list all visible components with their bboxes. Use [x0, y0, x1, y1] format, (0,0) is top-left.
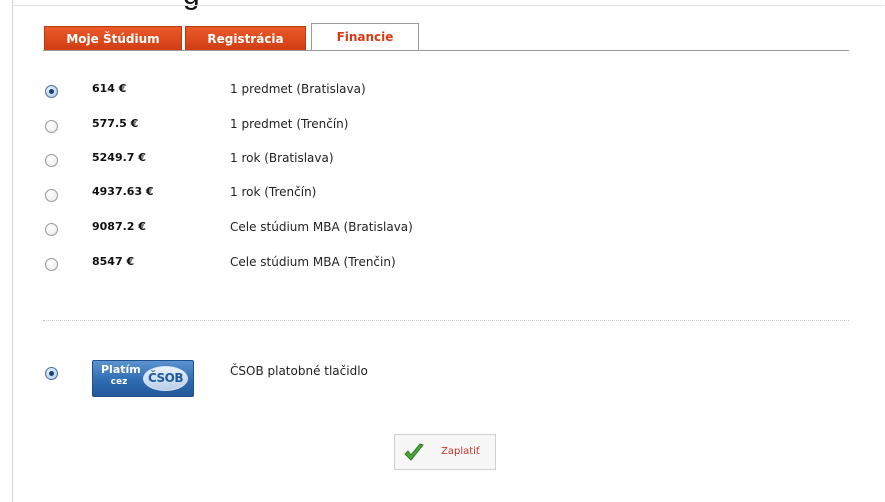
option-radio-4[interactable]: [45, 189, 58, 202]
option-radio-3[interactable]: [45, 154, 58, 167]
tab-financie[interactable]: Financie: [311, 23, 419, 51]
logo-brand-text: ČSOB: [147, 371, 184, 385]
option-price-2: 577.5 €: [92, 117, 139, 130]
pay-button-label: Zaplatiť: [441, 446, 480, 457]
option-price-3: 5249.7 €: [92, 151, 146, 164]
option-price-4: 4937.63 €: [92, 185, 154, 198]
option-radio-1[interactable]: [45, 85, 58, 98]
payment-method-label: ČSOB platobné tlačidlo: [230, 364, 368, 378]
section-divider: [43, 320, 849, 321]
option-label-5: Cele stúdium MBA (Bratislava): [230, 220, 413, 234]
option-label-4: 1 rok (Trenčín): [230, 185, 317, 199]
option-radio-5[interactable]: [45, 223, 58, 236]
option-radio-2[interactable]: [45, 120, 58, 133]
option-label-1: 1 predmet (Bratislava): [230, 82, 366, 96]
option-label-2: 1 predmet (Trenčín): [230, 117, 349, 131]
logo-platim-text: Platím: [101, 363, 141, 376]
option-label-3: 1 rok (Bratislava): [230, 151, 334, 165]
content-panel: [12, 0, 884, 502]
checkmark-icon: [404, 443, 424, 461]
pay-button[interactable]: Zaplatiť: [394, 434, 496, 470]
logo-cez-text: cez: [110, 377, 128, 387]
option-label-6: Cele stúdium MBA (Trenčin): [230, 255, 396, 269]
tab-bar-underline: [43, 50, 849, 51]
payment-method-radio[interactable]: [45, 367, 58, 380]
panel-top-border: [12, 5, 884, 6]
logo-text: Platím cez: [101, 364, 141, 388]
csob-logo: Platím cez ČSOB: [92, 360, 194, 397]
option-price-5: 9087.2 €: [92, 220, 146, 233]
option-price-1: 614 €: [92, 82, 127, 95]
option-radio-6[interactable]: [45, 258, 58, 271]
tab-registracia[interactable]: Registrácia: [185, 26, 306, 50]
tab-moje-studium[interactable]: Moje Štúdium: [44, 26, 182, 50]
option-price-6: 8547 €: [92, 255, 135, 268]
